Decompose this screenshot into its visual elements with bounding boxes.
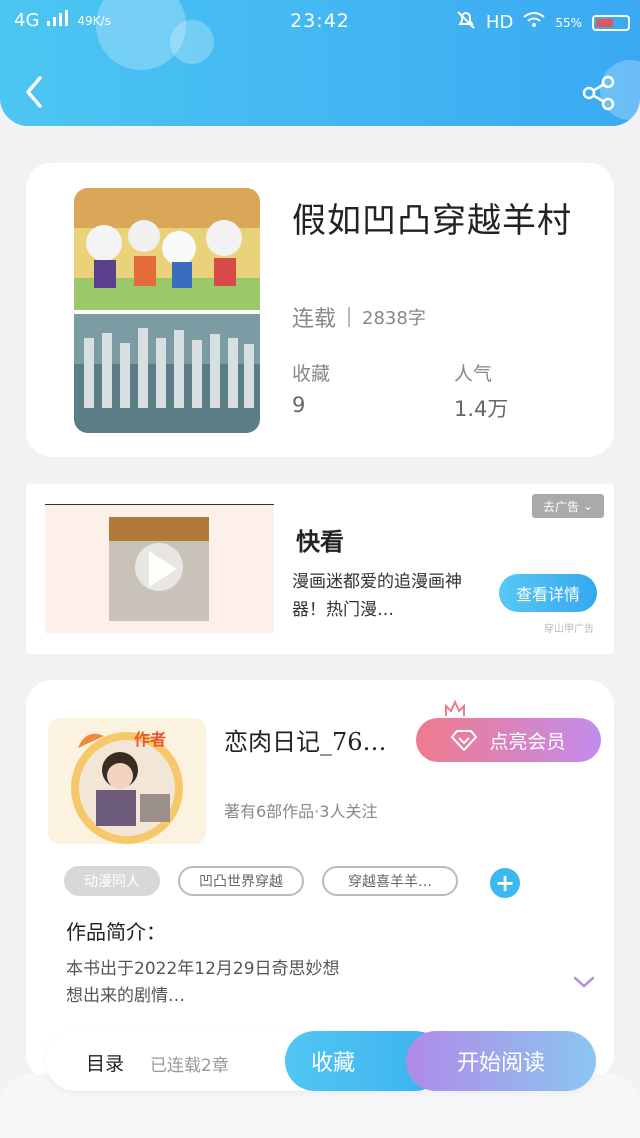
alarm-off-icon — [456, 10, 476, 35]
serial-status: 连载 — [292, 307, 337, 332]
remove-ad-button[interactable]: 去广告 ⌄ — [532, 494, 604, 518]
tag-chip[interactable]: 动漫同人 — [64, 866, 160, 896]
chevron-down-icon: ⌄ — [582, 499, 594, 513]
tag-chip[interactable]: 穿越喜羊羊… — [322, 866, 458, 896]
cover-image — [74, 188, 260, 433]
favorites-label: 收藏 — [292, 363, 331, 385]
ad-banner[interactable]: 快看 漫画迷都爱的追漫画神器！热门漫… 去广告 ⌄ 查看详情 穿山甲广告 — [26, 484, 614, 654]
battery-icon — [592, 14, 630, 31]
battery-percent: 55% — [555, 15, 582, 30]
author-name[interactable]: 恋肉日记_76… — [224, 722, 387, 757]
diamond-icon — [451, 730, 478, 751]
ad-source: 穿山甲广告 — [544, 624, 594, 635]
popularity-label: 人气 — [454, 363, 493, 385]
book-title: 假如凹凸穿越羊村 — [292, 201, 572, 241]
wifi-icon — [523, 12, 545, 33]
crown-icon — [445, 700, 465, 716]
author-avatar[interactable]: 作者 — [48, 718, 206, 844]
expand-intro-button[interactable] — [572, 972, 596, 992]
toc-button[interactable]: 目录 — [86, 1049, 124, 1076]
book-status-line: 连载 2838字 — [292, 301, 426, 333]
favorites-value: 9 — [292, 393, 306, 417]
author-stats: 著有6部作品·3人关注 — [224, 802, 378, 821]
status-bar: 4G 49K/s 23:42 HD 55% — [0, 8, 640, 36]
vip-button-label: 点亮会员 — [489, 730, 566, 753]
ad-description: 漫画迷都爱的追漫画神器！热门漫… — [292, 572, 462, 620]
add-tag-button[interactable]: + — [490, 868, 520, 898]
intro-body: 本书出于2022年12月29日奇思妙想想出来的剧情… — [66, 959, 340, 1006]
author-card: 作者 恋肉日记_76… 点亮会员 著有6部作品·3人关注 动漫同人 凹凸世界穿越… — [26, 680, 614, 1080]
popularity-value: 1.4万 — [454, 397, 509, 421]
author-badge: 作者 — [134, 730, 167, 749]
remove-ad-label: 去广告 — [542, 499, 579, 514]
share-button[interactable] — [580, 74, 618, 112]
top-header: 4G 49K/s 23:42 HD 55% — [0, 0, 640, 126]
bottom-action-bar: 目录 已连载2章 收藏 开始阅读 — [46, 1031, 596, 1091]
chapter-count: 已连载2章 — [150, 1056, 229, 1076]
word-count: 2838字 — [362, 308, 426, 329]
start-reading-button[interactable]: 开始阅读 — [406, 1031, 596, 1091]
hd-indicator: HD — [485, 12, 514, 33]
book-cover[interactable] — [74, 188, 260, 433]
chevron-left-icon — [26, 76, 42, 108]
ad-title: 快看 — [296, 527, 344, 556]
share-icon — [582, 75, 615, 111]
ad-video-thumbnail[interactable] — [45, 504, 274, 633]
tag-chip[interactable]: 凹凸世界穿越 — [178, 866, 304, 896]
battery-fill — [596, 18, 613, 27]
chevron-down-icon — [573, 976, 595, 988]
book-info-card: 假如凹凸穿越羊村 连载 2838字 收藏 9 人气 1.4万 — [26, 163, 614, 457]
vip-button[interactable]: 点亮会员 — [416, 718, 601, 762]
ad-detail-button[interactable]: 查看详情 — [499, 574, 597, 612]
ad-image — [109, 517, 209, 621]
divider — [348, 307, 351, 327]
back-button[interactable] — [18, 72, 54, 112]
intro-title: 作品简介： — [66, 920, 166, 944]
